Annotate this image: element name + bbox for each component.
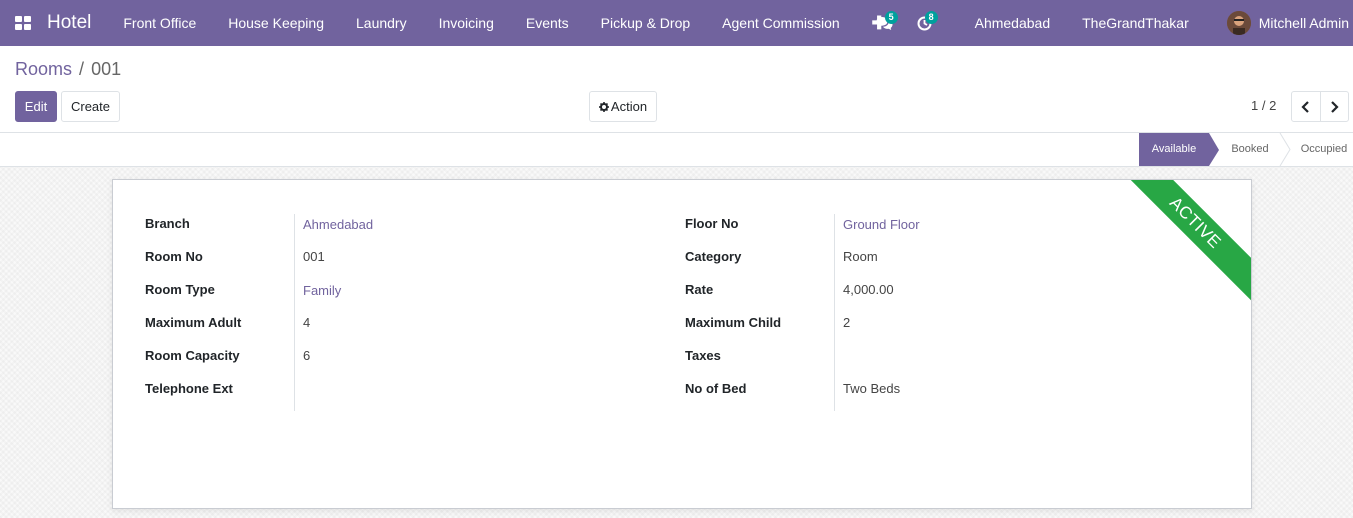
field-value-maximum-adult: 4 — [303, 315, 311, 330]
field-label-room-capacity: Room Capacity — [145, 348, 240, 363]
field-label-branch: Branch — [145, 216, 190, 231]
field-value-rate: 4,000.00 — [843, 282, 894, 297]
stage-separator — [1279, 133, 1291, 166]
stage-available[interactable]: Available — [1139, 133, 1219, 166]
field-value-branch[interactable]: Ahmedabad — [303, 217, 373, 232]
pager-value[interactable]: 1 / 2 — [1251, 98, 1276, 113]
breadcrumb: Rooms / 001 — [15, 59, 121, 80]
chevron-right-icon — [1330, 100, 1339, 113]
gear-icon — [598, 101, 609, 112]
menu-house-keeping[interactable]: House Keeping — [212, 0, 340, 46]
form-sheet: ACTIVE Branch Ahmedabad Room No 001 Room… — [112, 179, 1252, 509]
left-group-divider — [294, 214, 295, 411]
user-name: Mitchell Admin — [1258, 15, 1349, 31]
field-label-maximum-adult: Maximum Adult — [145, 315, 242, 330]
action-button[interactable]: Action — [589, 91, 657, 122]
branch-switcher[interactable]: Ahmedabad — [959, 15, 1067, 31]
menu-pickup-drop[interactable]: Pickup & Drop — [585, 0, 706, 46]
messages-count-badge: 5 — [884, 11, 898, 24]
menu-agent-commission[interactable]: Agent Commission — [706, 0, 856, 46]
menu-laundry[interactable]: Laundry — [340, 0, 423, 46]
field-value-room-capacity: 6 — [303, 348, 311, 363]
breadcrumb-rooms-link[interactable]: Rooms — [15, 59, 72, 79]
app-brand[interactable]: Hotel — [47, 12, 91, 34]
pager-previous-button[interactable] — [1292, 92, 1321, 121]
activities-count-badge: 8 — [924, 11, 938, 24]
pager-next-button[interactable] — [1321, 92, 1349, 121]
field-value-category: Room — [843, 249, 878, 264]
menu-invoicing[interactable]: Invoicing — [423, 0, 510, 46]
breadcrumb-separator: / — [79, 59, 85, 79]
field-label-room-no: Room No — [145, 249, 203, 264]
field-label-floor-no: Floor No — [685, 216, 739, 231]
active-ribbon: ACTIVE — [1113, 180, 1251, 305]
chevron-left-icon — [1301, 100, 1310, 113]
action-button-label: Action — [610, 99, 648, 114]
field-value-floor-no[interactable]: Ground Floor — [843, 217, 920, 232]
menu-front-office[interactable]: Front Office — [107, 0, 212, 46]
field-label-room-type: Room Type — [145, 282, 215, 297]
edit-button[interactable]: Edit — [15, 91, 57, 122]
apps-menu-icon[interactable] — [0, 0, 46, 46]
field-label-telephone-ext: Telephone Ext — [145, 381, 233, 396]
field-value-room-type[interactable]: Family — [303, 283, 341, 298]
user-menu[interactable]: Mitchell Admin — [1205, 11, 1353, 35]
pager-controls — [1291, 91, 1349, 122]
top-navbar: Hotel Front Office House Keeping Laundry… — [0, 0, 1353, 46]
menu-events[interactable]: Events — [510, 0, 585, 46]
field-label-rate: Rate — [685, 282, 714, 297]
status-bar: Available Booked Occupied — [0, 132, 1353, 167]
avatar — [1226, 11, 1251, 35]
stage-occupied[interactable]: Occupied — [1291, 133, 1353, 166]
messages-icon[interactable]: 5 — [865, 0, 905, 46]
stage-booked[interactable]: Booked — [1219, 133, 1281, 166]
breadcrumb-current: 001 — [91, 59, 122, 79]
right-group-divider — [834, 214, 835, 411]
company-switcher[interactable]: TheGrandThakar — [1066, 15, 1205, 31]
field-value-no-of-bed: Two Beds — [843, 381, 901, 396]
field-label-category: Category — [685, 249, 742, 264]
field-value-room-no: 001 — [303, 249, 325, 264]
activity-clock-icon[interactable]: 8 — [905, 0, 945, 46]
field-label-maximum-child: Maximum Child — [685, 315, 782, 330]
field-label-taxes: Taxes — [685, 348, 721, 363]
create-button[interactable]: Create — [61, 91, 120, 122]
field-label-no-of-bed: No of Bed — [685, 381, 747, 396]
field-value-maximum-child: 2 — [843, 315, 851, 330]
